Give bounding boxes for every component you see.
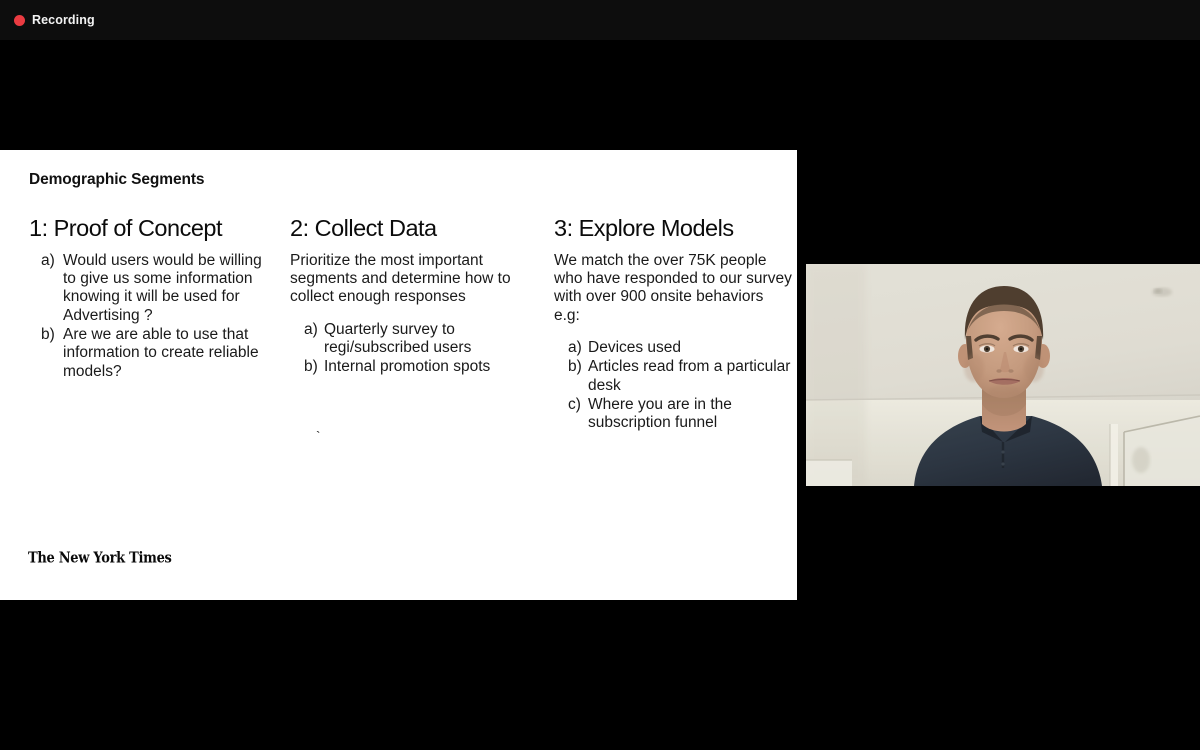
list-item-text: Devices used [588,338,682,356]
new-york-times-logo: The New York Times [28,550,172,567]
list-item-text: Are we are able to use that information … [63,325,259,380]
column-2-heading: 2: Collect Data [290,215,437,241]
list-item: b) Articles read from a particular desk [554,358,792,395]
webcam-video-frame [806,264,1200,486]
list-item-marker: a) [41,251,55,269]
list-item: b) Internal promotion spots [290,358,528,376]
column-1-heading: 1: Proof of Concept [29,215,222,241]
list-item-marker: b) [41,325,55,343]
list-item-marker: b) [304,358,318,376]
recording-dot-icon [14,14,25,26]
slide-column-1: 1: Proof of Concept a) Would users would… [29,215,267,382]
list-item: b) Are we are able to use that informati… [29,326,267,381]
recording-label: Recording [32,12,95,27]
list-item-marker: a) [304,320,318,338]
slide-column-3: 3: Explore Models We match the over 75K … [554,215,792,433]
column-2-list: a) Quarterly survey to regi/subscribed u… [290,321,528,377]
list-item-text: Internal promotion spots [324,358,491,376]
list-item-text: Articles read from a particular desk [588,358,791,394]
column-1-list: a) Would users would be willing to give … [29,252,267,381]
slide-title: Demographic Segments [29,171,205,188]
list-item: a) Would users would be willing to give … [29,252,267,325]
list-item-marker: c) [568,395,581,413]
list-item: c) Where you are in the subscription fun… [554,396,792,433]
column-3-list: a) Devices used b) Articles read from a … [554,339,792,432]
list-item-text: Would users would be willing to give us … [63,251,262,324]
recording-indicator-bar: Recording [0,0,1200,40]
list-item-marker: b) [568,358,582,376]
presentation-slide[interactable]: Demographic Segments 1: Proof of Concept… [0,150,797,600]
list-item-text: Quarterly survey to regi/subscribed user… [324,320,472,356]
column-3-heading: 3: Explore Models [554,215,734,241]
list-item-marker: a) [568,338,582,356]
slide-column-2: 2: Collect Data Prioritize the most impo… [290,215,528,378]
list-item: a) Quarterly survey to regi/subscribed u… [290,321,528,358]
participant-video-tile[interactable] [806,264,1200,486]
column-3-intro: We match the over 75K people who have re… [554,251,792,324]
stray-backtick-mark: ` [316,428,321,443]
list-item: a) Devices used [554,339,792,357]
column-2-intro: Prioritize the most important segments a… [290,251,511,306]
list-item-text: Where you are in the subscription funnel [588,395,732,432]
